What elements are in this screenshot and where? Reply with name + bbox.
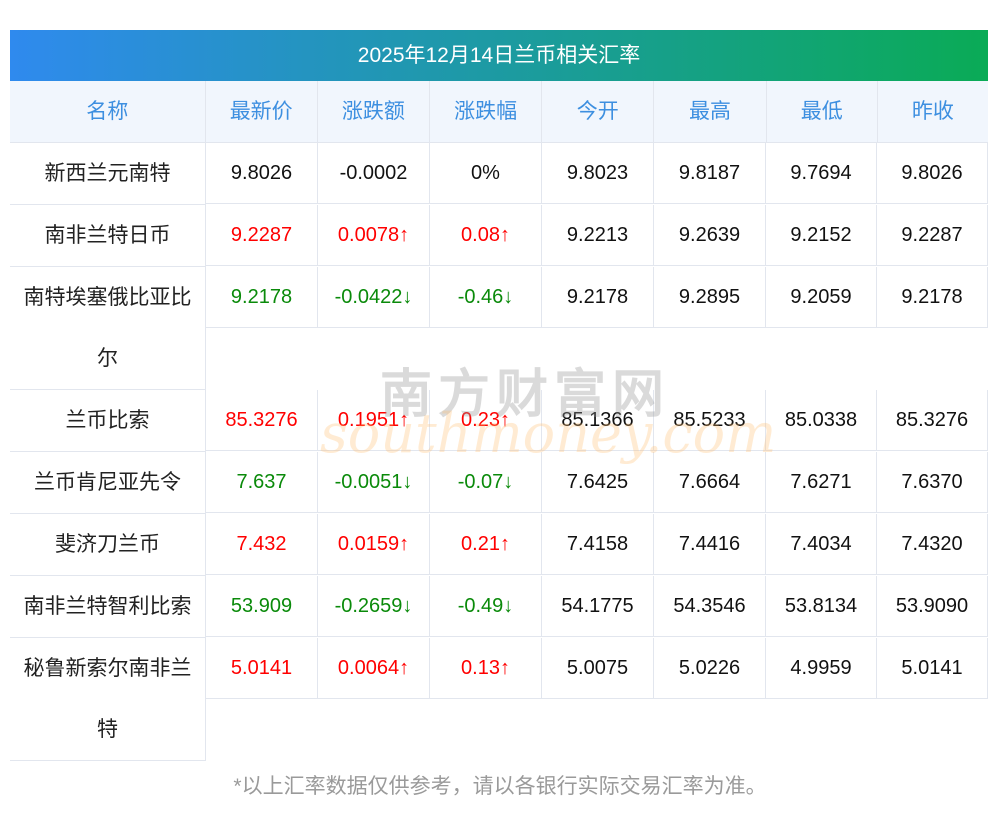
cell-change: -0.0422↓ (318, 267, 430, 327)
disclaimer: *以上汇率数据仅供参考，请以各银行实际交易汇率为准。 (233, 775, 767, 798)
cell-open: 7.6425 (542, 452, 654, 512)
cell-high: 9.2895 (654, 267, 766, 327)
cell-low: 9.2059 (766, 267, 877, 327)
cell-low: 4.9959 (766, 638, 877, 698)
cell-pct: 0% (430, 143, 542, 203)
cell-high: 54.3546 (654, 576, 766, 636)
cell-latest: 7.637 (206, 452, 318, 512)
table-row: 南非兰特智利比索 53.909 -0.2659↓ -0.49↓ 54.1775 54.35… (10, 576, 988, 638)
cell-latest: 9.8026 (206, 143, 318, 203)
cell-low: 85.0338 (766, 390, 877, 450)
header-latest: 最新价 (206, 81, 318, 142)
cell-prev: 7.6370 (877, 452, 988, 512)
header-prev: 昨收 (911, 100, 954, 123)
cell-low: 53.8134 (766, 576, 877, 636)
table-row: 南非兰特日币 9.2287 0.0078↑ 0.08↑ 9.2213 9.2639 9.21… (10, 205, 988, 267)
cell-prev: 7.4320 (877, 514, 988, 574)
cell-latest: 9.2287 (206, 205, 318, 265)
cell-high: 5.0226 (654, 638, 766, 698)
cell-change: -0.0002 (318, 143, 430, 203)
cell-change: -0.0051↓ (318, 452, 430, 512)
cell-pct: 0.13↑ (430, 638, 542, 698)
currency-pair-name: 秘鲁新索尔南非兰特 (10, 638, 206, 761)
cell-open: 54.1775 (542, 576, 654, 636)
header-high: 最高 (654, 81, 767, 142)
currency-pair-name: 兰币肯尼亚先令 (10, 452, 206, 514)
table-row: 新西兰元南特 9.8026 -0.0002 0% 9.8023 9.8187 9.7694 9… (10, 143, 988, 205)
cell-change: 0.0064↑ (318, 638, 430, 698)
table-body: 新西兰元南特 9.8026 -0.0002 0% 9.8023 9.8187 9.7694 9… (10, 143, 988, 761)
header-pct: 涨跌幅 (430, 81, 543, 142)
cell-latest: 53.909 (206, 576, 318, 636)
currency-pair-name: 南特埃塞俄比亚比尔 (10, 267, 206, 390)
cell-prev: 9.2178 (877, 267, 988, 327)
cell-high: 7.4416 (654, 514, 766, 574)
cell-pct: 0.23↑ (430, 390, 542, 450)
header-change: 涨跌额 (318, 81, 430, 142)
exchange-rate-table: 2025年12月14日兰币相关汇率 名称 最新价 涨跌额 涨跌幅 今开 最高 最低 昨收 新西… (10, 30, 988, 761)
cell-low: 9.2152 (766, 205, 877, 265)
cell-low: 9.7694 (766, 143, 877, 203)
cell-pct: -0.49↓ (430, 576, 542, 636)
currency-pair-name: 新西兰元南特 (10, 143, 206, 205)
cell-high: 85.5233 (654, 390, 766, 450)
cell-open: 7.4158 (542, 514, 654, 574)
cell-change: 0.0078↑ (318, 205, 430, 265)
cell-pct: -0.07↓ (430, 452, 542, 512)
cell-prev: 9.8026 (877, 143, 988, 203)
cell-pct: 0.08↑ (430, 205, 542, 265)
table-row: 兰币肯尼亚先令 7.637 -0.0051↓ -0.07↓ 7.6425 7.6664 7.… (10, 452, 988, 514)
cell-latest: 7.432 (206, 514, 318, 574)
table-row: 秘鲁新索尔南非兰特 5.0141 0.0064↑ 0.13↑ 5.0075 5.0226 4… (10, 638, 988, 761)
table-title: 2025年12月14日兰币相关汇率 (10, 30, 988, 81)
cell-prev: 9.2287 (877, 205, 988, 265)
currency-pair-name: 兰币比索 (10, 390, 206, 452)
cell-high: 9.8187 (654, 143, 766, 203)
cell-latest: 9.2178 (206, 267, 318, 327)
cell-prev: 53.9090 (877, 576, 988, 636)
cell-high: 7.6664 (654, 452, 766, 512)
cell-latest: 85.3276 (206, 390, 318, 450)
header-name: 名称 (10, 81, 206, 142)
cell-change: 0.0159↑ (318, 514, 430, 574)
cell-open: 85.1366 (542, 390, 654, 450)
table-row: 南特埃塞俄比亚比尔 9.2178 -0.0422↓ -0.46↓ 9.2178 9.289… (10, 267, 988, 390)
currency-pair-name: 南非兰特日币 (10, 205, 206, 267)
currency-pair-name: 南非兰特智利比索 (10, 576, 206, 638)
header-low: 最低 (767, 81, 878, 142)
cell-low: 7.6271 (766, 452, 877, 512)
cell-prev: 5.0141 (877, 638, 988, 698)
cell-latest: 5.0141 (206, 638, 318, 698)
cell-open: 9.8023 (542, 143, 654, 203)
cell-open: 9.2213 (542, 205, 654, 265)
cell-low: 7.4034 (766, 514, 877, 574)
header-open: 今开 (542, 81, 655, 142)
currency-pair-name: 斐济刀兰币 (10, 514, 206, 576)
table-row: 斐济刀兰币 7.432 0.0159↑ 0.21↑ 7.4158 7.4416 7.4034… (10, 514, 988, 576)
cell-open: 9.2178 (542, 267, 654, 327)
cell-prev: 85.3276 (877, 390, 988, 450)
cell-open: 5.0075 (542, 638, 654, 698)
cell-change: -0.2659↓ (318, 576, 430, 636)
cell-pct: 0.21↑ (430, 514, 542, 574)
table-row: 兰币比索 85.3276 0.1951↑ 0.23↑ 85.1366 85.5233 85.… (10, 390, 988, 452)
cell-change: 0.1951↑ (318, 390, 430, 450)
cell-pct: -0.46↓ (430, 267, 542, 327)
table-header: 名称 最新价 涨跌额 涨跌幅 今开 最高 最低 昨收 (10, 81, 988, 143)
cell-high: 9.2639 (654, 205, 766, 265)
